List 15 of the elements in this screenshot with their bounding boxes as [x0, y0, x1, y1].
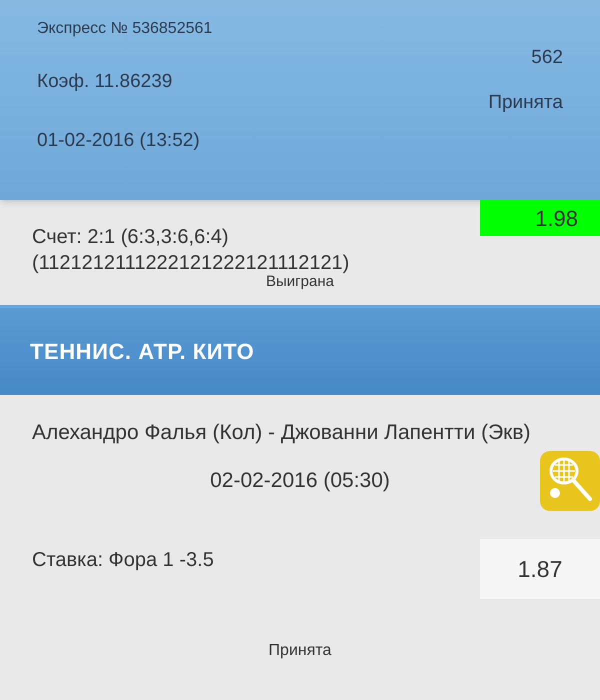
odds-box: 1.87	[480, 539, 600, 599]
bet-status: Выиграна	[266, 274, 334, 290]
amount: 562	[531, 46, 563, 70]
express-number: Экспресс № 536852561	[37, 19, 212, 39]
section-header: ТЕННИС. АТР. КИТО	[0, 305, 600, 395]
score-text: Счет: 2:1 (6:3,3:6,6:4) (1121212111222121222121112121)	[31, 225, 350, 276]
bet-status: Принята	[268, 641, 332, 661]
stake-text: Ставка: Фора 1 -3.5	[31, 548, 214, 573]
express-date: 01-02-2016 (13:52)	[37, 128, 201, 152]
match-date: 02-02-2016 (05:30)	[209, 468, 391, 494]
odds-box: 1.98	[480, 200, 600, 236]
tennis-racket-icon	[540, 451, 600, 511]
coefficient: Коэф. 11.86239	[37, 70, 174, 94]
match-title: Алехандро Фалья (Кол) - Джованни Лапентти (Экв)	[31, 420, 532, 446]
express-status: Принята	[488, 90, 563, 114]
